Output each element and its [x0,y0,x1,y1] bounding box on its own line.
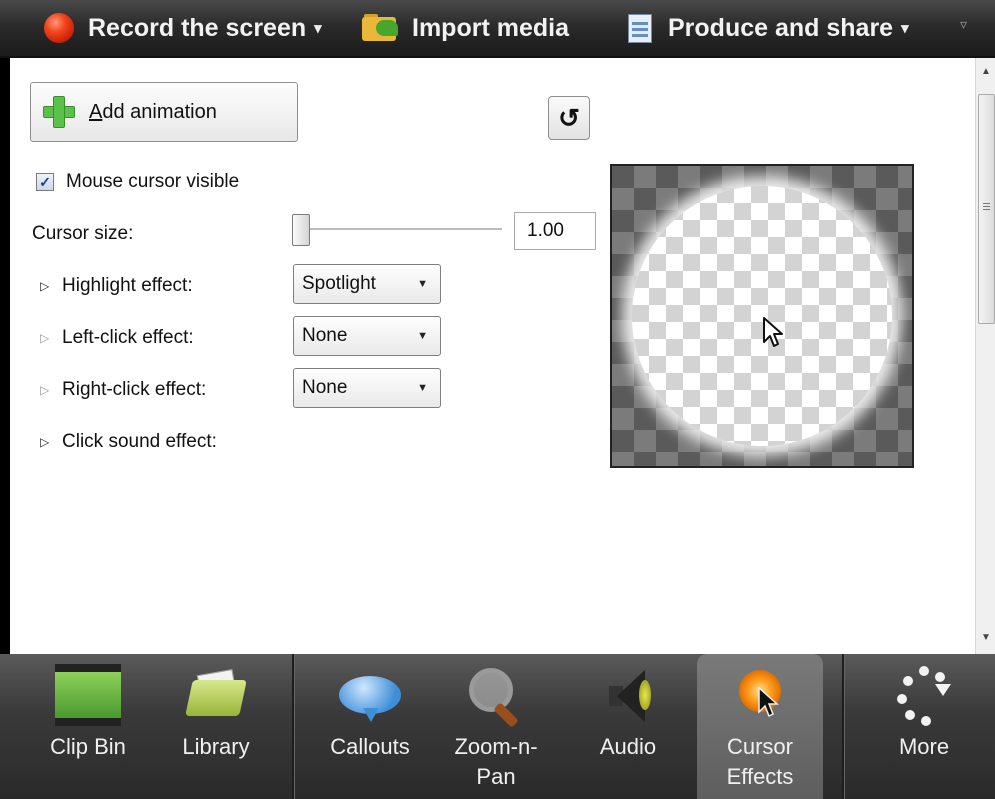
tab-label: Callouts [330,734,410,759]
more-dots-icon [891,664,957,726]
produce-icon [626,12,654,44]
add-plus-icon [43,96,75,128]
right-click-effect-label: Right-click effect: [62,379,207,400]
left-click-effect-label: Left-click effect: [62,327,194,348]
tab-group-divider [292,654,294,799]
cursor-size-slider-track[interactable] [300,228,502,231]
speech-bubble-icon [337,664,403,726]
scrollbar-thumb[interactable] [978,94,995,324]
mouse-cursor-visible-checkbox[interactable]: ✓ [36,173,54,191]
tab-label: Audio [599,734,657,759]
record-label: Record the screen [88,13,307,42]
record-dropdown-arrow-icon[interactable]: ▾ [314,19,322,37]
magnifier-icon [463,664,529,728]
produce-dropdown-arrow-icon[interactable]: ▾ [901,19,909,37]
highlight-effect-row[interactable]: ▷ Highlight effect: [40,275,193,297]
right-click-effect-value: None [302,377,348,398]
expand-triangle-icon[interactable]: ▷ [40,331,52,345]
import-folder-icon [362,14,400,42]
highlight-effect-label: Highlight effect: [62,275,193,296]
produce-share-button[interactable]: Produce and share ▾ [626,0,909,56]
mouse-cursor-visible-row[interactable]: ✓ Mouse cursor visible [36,171,239,193]
scroll-up-icon[interactable]: ▲ [976,62,995,82]
tab-clip-bin[interactable]: Clip Bin [32,654,144,799]
chevron-down-icon: ▼ [417,278,428,290]
library-folder-icon [183,664,249,726]
cursor-effects-icon [727,664,793,726]
mouse-cursor-visible-label: Mouse cursor visible [66,171,240,192]
cursor-effects-panel: Add animation ↺ ✓ Mouse cursor visible C… [10,58,975,654]
import-label: Import media [412,13,569,42]
reset-button[interactable]: ↺ [548,96,590,140]
cursor-preview [610,164,914,468]
left-click-effect-row[interactable]: ▷ Left-click effect: [40,327,194,349]
mouse-pointer-icon [763,317,783,347]
left-click-effect-value: None [302,325,348,346]
click-sound-effect-label: Click sound effect: [62,431,217,452]
task-tab-bar: Clip Bin Library Callouts Zoom-n- Pan Aud… [0,654,995,799]
tab-more[interactable]: More [868,654,980,799]
tab-label: More [898,734,950,759]
top-toolbar: Record the screen ▾ Import media Produce… [0,0,995,58]
tab-group-divider [842,654,844,799]
vertical-scrollbar[interactable]: ▲ ▼ [975,58,995,654]
tab-label: Cursor Effects [726,734,794,789]
tab-library[interactable]: Library [160,654,272,799]
expand-triangle-icon[interactable]: ▷ [40,435,52,449]
tab-label: Clip Bin [50,734,126,759]
add-animation-label: Add animation [89,100,217,123]
highlight-effect-select[interactable]: Spotlight ▼ [293,264,441,304]
reset-icon: ↺ [558,103,580,133]
record-icon [44,13,74,43]
record-screen-button[interactable]: Record the screen ▾ [44,0,322,56]
import-media-button[interactable]: Import media [362,0,569,56]
tab-callouts[interactable]: Callouts [314,654,426,799]
tab-audio[interactable]: Audio [572,654,684,799]
right-click-effect-select[interactable]: None ▼ [293,368,441,408]
produce-label: Produce and share [668,13,894,42]
toolbar-overflow-icon[interactable]: ▿ [960,16,967,33]
chevron-down-icon: ▼ [417,330,428,342]
add-animation-button[interactable]: Add animation [30,82,298,142]
cursor-size-input[interactable]: 1.00 [514,212,596,250]
tab-cursor-effects[interactable]: Cursor Effects [697,654,823,799]
cursor-size-slider-thumb[interactable] [292,214,310,246]
left-click-effect-select[interactable]: None ▼ [293,316,441,356]
film-strip-icon [55,664,121,726]
tab-label: Library [182,734,250,759]
tab-zoom-n-pan[interactable]: Zoom-n- Pan [440,654,552,799]
speaker-icon [595,664,661,726]
cursor-size-label: Cursor size: [32,223,134,244]
tab-label: Zoom-n- Pan [454,734,538,789]
highlight-effect-value: Spotlight [302,273,376,294]
right-click-effect-row[interactable]: ▷ Right-click effect: [40,379,206,401]
chevron-down-icon: ▼ [417,382,428,394]
click-sound-effect-row[interactable]: ▷ Click sound effect: [40,431,217,453]
expand-triangle-icon[interactable]: ▷ [40,279,52,293]
scroll-down-icon[interactable]: ▼ [976,628,995,648]
expand-triangle-icon[interactable]: ▷ [40,383,52,397]
